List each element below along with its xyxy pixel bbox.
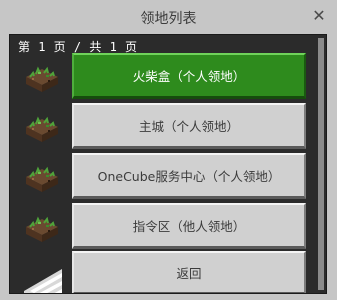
back-row: 返回 — [10, 251, 320, 293]
land-button-1[interactable]: 火柴盒（个人领地） — [72, 53, 306, 99]
land-row: 主城（个人领地） — [10, 103, 320, 151]
land-row: OneCube服务中心（个人领地） — [10, 153, 320, 201]
grass-block-icon — [26, 166, 58, 192]
land-row: 指令区（他人领地） — [10, 203, 320, 251]
close-icon[interactable]: ✕ — [309, 6, 329, 26]
grass-block-icon — [26, 66, 58, 92]
grass-block-icon — [26, 116, 58, 142]
land-list-window: 领地列表 ✕ 第 1 页 / 共 1 页 火柴盒（个人领地） 主城（个人领地） … — [0, 0, 337, 300]
title-bar: 领地列表 ✕ — [0, 0, 337, 34]
back-button[interactable]: 返回 — [72, 251, 306, 293]
window-title: 领地列表 — [140, 11, 197, 27]
land-row: 火柴盒（个人领地） — [10, 53, 320, 101]
land-button-4[interactable]: 指令区（他人领地） — [72, 203, 306, 249]
back-arrow-icon — [24, 269, 62, 293]
grass-block-icon — [26, 216, 58, 242]
land-button-3[interactable]: OneCube服务中心（个人领地） — [72, 153, 306, 199]
land-button-2[interactable]: 主城（个人领地） — [72, 103, 306, 149]
land-list-panel: 第 1 页 / 共 1 页 火柴盒（个人领地） 主城（个人领地） OneCube… — [9, 34, 327, 294]
